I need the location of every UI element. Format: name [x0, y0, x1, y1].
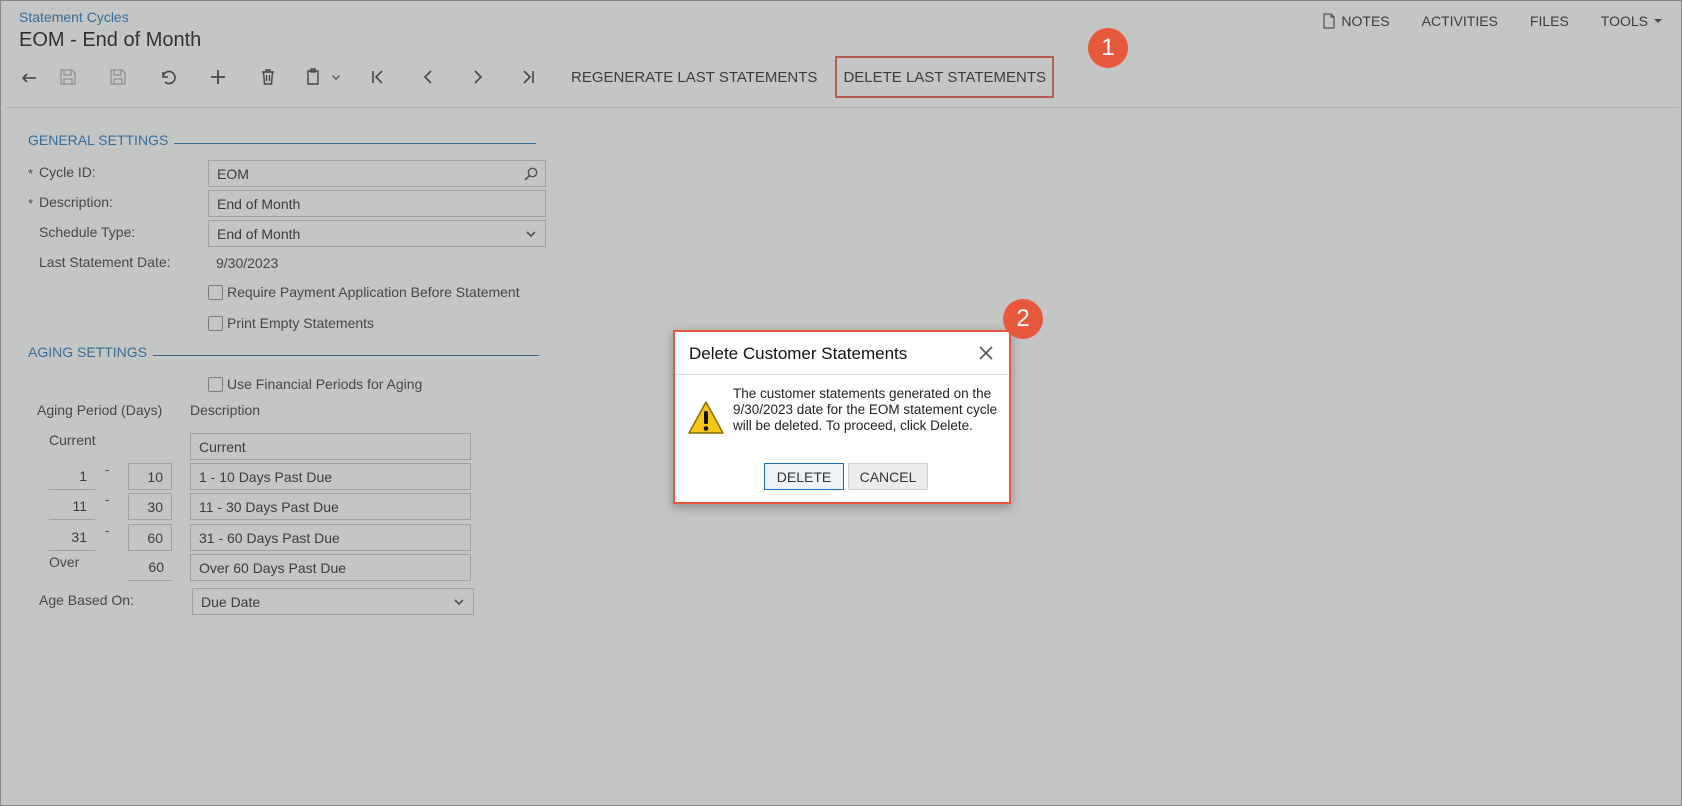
warning-icon: [688, 401, 724, 434]
dialog-delete-button[interactable]: DELETE: [764, 463, 844, 490]
callout-badge-2: 2: [1003, 299, 1043, 339]
dialog-cancel-button[interactable]: CANCEL: [848, 463, 928, 490]
dialog-divider: [675, 374, 1009, 375]
delete-customer-statements-dialog: Delete Customer Statements The customer …: [673, 330, 1011, 504]
callout-badge-1: 1: [1088, 28, 1128, 68]
dialog-message: The customer statements generated on the…: [733, 386, 998, 433]
close-icon[interactable]: [977, 344, 995, 362]
dialog-title: Delete Customer Statements: [689, 344, 908, 363]
